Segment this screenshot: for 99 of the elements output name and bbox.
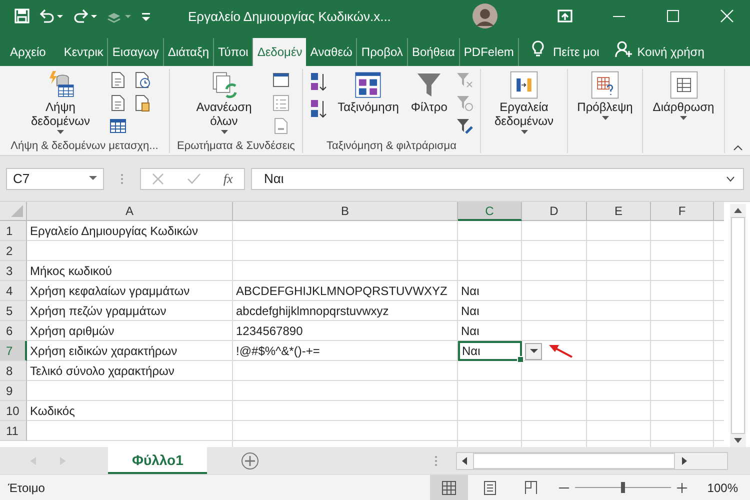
tell-me-field[interactable]: Πείτε μοι — [552, 37, 600, 66]
zoom-in-icon[interactable] — [677, 482, 688, 492]
redo-icon[interactable] — [72, 8, 98, 24]
table-cell-text: Ναι — [460, 283, 480, 300]
table-cell-text: Χρήση αριθμών — [29, 323, 116, 340]
reapply-filter-icon — [456, 94, 474, 112]
save-icon[interactable] — [14, 8, 30, 24]
caret-icon — [57, 130, 64, 135]
insert-function-button[interactable]: fx — [223, 170, 233, 186]
table-cell-text: Μήκος κωδικού — [29, 263, 113, 280]
caret-icon — [680, 116, 687, 121]
avatar-icon[interactable] — [472, 3, 498, 29]
database-icon — [46, 71, 74, 99]
formula-field[interactable]: Ναι — [251, 168, 744, 190]
group-label: Λήψη & δεδομένων μετασχη... — [10, 140, 158, 152]
normal-view-icon[interactable] — [430, 475, 468, 500]
expand-icon — [726, 176, 735, 182]
group-label: Ερωτήματα & Συνδέσεις — [177, 140, 295, 152]
table-cell-text: Χρήση ειδικών χαρακτήρων — [29, 343, 178, 360]
row-header[interactable]: 7 — [0, 341, 27, 361]
add-sheet-icon[interactable] — [241, 452, 260, 470]
caret-icon — [530, 349, 538, 354]
row-header[interactable]: 5 — [0, 301, 27, 321]
column-header[interactable]: E — [587, 202, 651, 221]
table-cell-text: 1234567890 — [235, 323, 304, 340]
document-icon[interactable] — [108, 71, 126, 89]
zoom-level[interactable]: 100% — [707, 480, 738, 494]
row-header[interactable]: 3 — [0, 261, 27, 281]
undo-icon[interactable] — [38, 8, 64, 24]
column-header[interactable]: B — [233, 202, 458, 221]
ribbon-button[interactable]: Διάρθρωση — [650, 69, 718, 139]
ribbon-tab[interactable]: Αρχείο — [6, 38, 60, 66]
person-add-icon[interactable] — [615, 40, 634, 58]
lightbulb-icon[interactable] — [530, 40, 545, 58]
data-tools-icon — [510, 71, 538, 99]
document-clock-icon[interactable] — [132, 71, 150, 89]
clear-filter-icon — [456, 71, 474, 89]
table-cell-text: !@#$%^&*()-+= — [235, 343, 321, 360]
table-cell-text: ABCDEFGHIJKLMNOPQRSTUVWXYZ — [235, 283, 448, 300]
sort-descending-icon[interactable] — [308, 98, 329, 120]
table-cell-text: Ναι — [460, 303, 480, 320]
ribbon-tab[interactable]: Δεδομέν — [253, 38, 306, 66]
table-cell-text: abcdefghijklmnopqrstuvwxyz — [235, 303, 390, 320]
refresh-icon — [210, 71, 238, 99]
ribbon-button[interactable]: Ταξινόμηση — [334, 69, 402, 139]
sheet-tab[interactable]: Φύλλο1 — [108, 447, 208, 474]
filter-icon — [415, 71, 444, 99]
table-cell-text: Ναι — [460, 323, 480, 340]
check-icon[interactable] — [186, 172, 201, 184]
table-cell-text: Χρήση κεφαλαίων γραμμάτων — [29, 283, 191, 300]
sort-icon — [354, 71, 382, 99]
filter-edit-icon[interactable] — [456, 117, 474, 135]
caret-icon — [602, 116, 608, 121]
grip-icon — [434, 454, 438, 466]
caret-icon — [220, 130, 228, 135]
name-box[interactable]: C7 — [6, 168, 104, 190]
table-cell-text: Τελικό σύνολο χαρακτήρων — [29, 363, 176, 380]
forecast-icon — [591, 71, 619, 99]
ribbon-button[interactable]: Λήψη δεδομένων — [18, 69, 102, 139]
group-label: Ταξινόμηση & φιλτράρισμα — [326, 140, 456, 152]
row-header[interactable]: 10 — [0, 401, 27, 421]
scroll-up-icon[interactable] — [734, 208, 742, 213]
row-header[interactable]: 9 — [0, 381, 27, 401]
column-header[interactable]: A — [27, 202, 233, 221]
column-header[interactable]: F — [651, 202, 714, 221]
collapse-ribbon-icon[interactable] — [732, 145, 742, 151]
row-header[interactable]: 1 — [0, 221, 27, 241]
outline-icon — [670, 71, 698, 99]
share-button[interactable]: Κοινή χρήση — [637, 37, 704, 66]
column-header[interactable]: D — [522, 202, 587, 221]
scroll-down-icon[interactable] — [734, 438, 742, 443]
caret-icon — [520, 130, 528, 135]
fill-handle[interactable] — [517, 356, 524, 363]
grip-icon — [120, 172, 124, 184]
table-icon[interactable] — [108, 117, 126, 135]
ribbon-button[interactable]: Φίλτρο — [408, 69, 450, 139]
window-title: Εργαλείο Δημιουργίας Κωδικών.x... — [188, 8, 391, 24]
window-icon[interactable] — [272, 71, 290, 89]
table-cell-text: Χρήση πεζών γραμμάτων — [29, 303, 168, 320]
table-cell[interactable]: Ναι — [458, 341, 522, 361]
table-cell-text: Κωδικός — [29, 403, 76, 420]
row-header[interactable]: 11 — [0, 421, 27, 441]
row-header[interactable]: 2 — [0, 241, 27, 261]
status-text: Έτοιμο — [8, 480, 45, 494]
list-icon — [272, 94, 290, 112]
row-header[interactable]: 6 — [0, 321, 27, 341]
row-header[interactable]: 4 — [0, 281, 27, 301]
vertical-scrollbar[interactable] — [730, 204, 746, 447]
ribbon-button[interactable]: Εργαλεία δεδομένων — [482, 69, 566, 139]
ribbon-button[interactable]: Πρόβλεψη — [574, 69, 636, 139]
dropdown-icon — [89, 176, 97, 181]
dropdown-button[interactable] — [525, 343, 542, 360]
row-header[interactable]: 8 — [0, 361, 27, 381]
column-header[interactable]: C — [458, 202, 522, 221]
ribbon-button[interactable]: Ανανέωση όλων — [182, 69, 266, 139]
table-cell-text: Εργαλείο Δημιουργίας Κωδικών — [29, 223, 199, 240]
sort-ascending-icon[interactable] — [308, 71, 329, 93]
horizontal-scrollbar[interactable] — [456, 452, 728, 470]
arrow-icon — [546, 343, 574, 359]
